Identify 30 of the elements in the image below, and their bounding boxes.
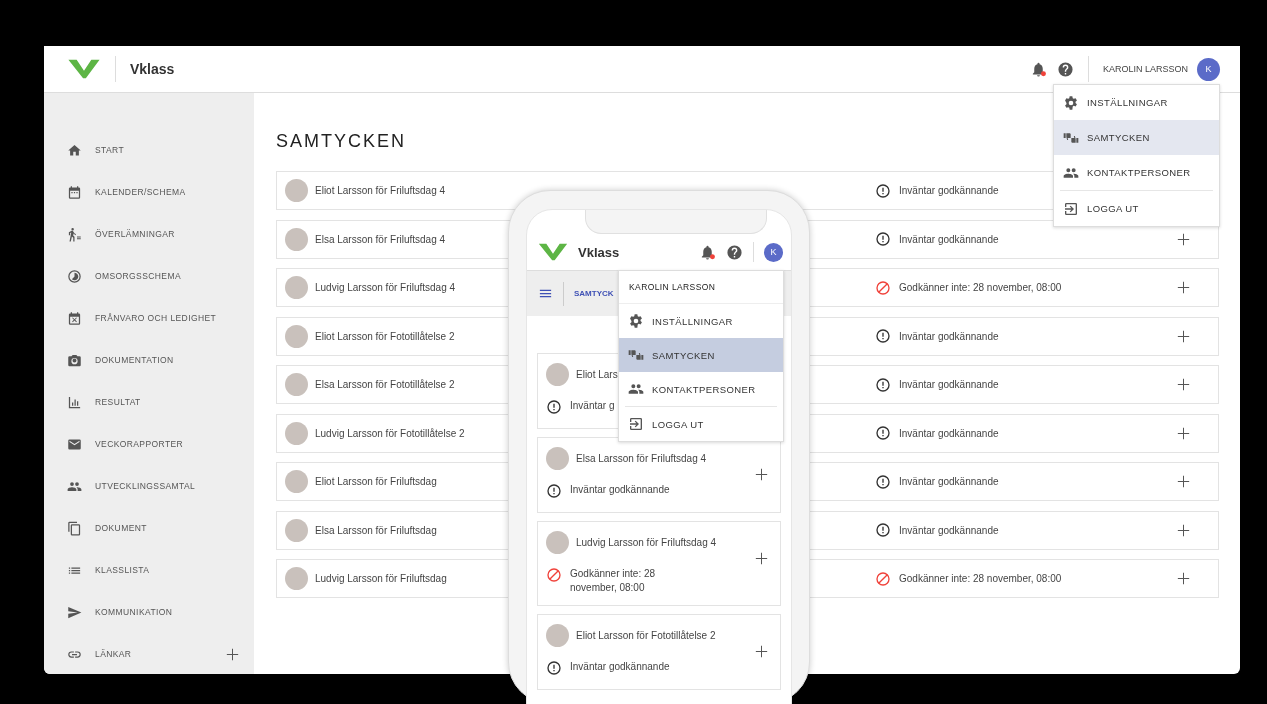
consent-name: Elsa Larsson för Fototillåtelse 2 [315,379,455,390]
consent-name: Elsa Larsson för Friluftsdag 4 [315,233,446,245]
page-title: SAMTYCKEN [276,131,407,152]
user-name: KAROLIN LARSSON [619,271,783,304]
status-text: Inväntar g [570,399,615,413]
status-text: Godkänner inte: 28 november, 08:00 [899,573,1062,584]
status-text: Inväntar godkännande [570,660,670,674]
status-text: Inväntar godkännande [899,524,999,536]
status-text: Inväntar godkännande [899,476,999,487]
consent-name: Ludvig Larsson för Fototillåtelse 2 [315,427,465,439]
status-text: Inväntar godkännande [899,427,999,439]
status-text: Inväntar godkännande [899,379,999,390]
consent-name: Eliot Larsson för Fototillåtelse 2 [315,330,455,342]
consent-name: Elsa Larsson för Friluftsdag 4 [576,453,707,464]
consent-name: Ludvig Larsson för Friluftsdag 4 [315,282,456,293]
app-name: Vklass [130,61,175,77]
status-text: Godkänner inte: 28 november, 08:00 [899,282,1062,293]
status-text: Inväntar godkännande [899,233,999,245]
consent-name: Eliot Larsson för Fototillåtelse 2 [576,630,716,641]
consent-name: Eliot Larsson för Friluftsdag 4 [315,185,446,196]
status-text: Godkänner inte: 28 november, 08:00 [570,567,657,595]
app-name: Vklass [578,244,620,260]
status-text: Inväntar godkännande [899,185,999,196]
status-text: Inväntar godkännande [570,483,670,497]
consent-name: Ludvig Larsson för Friluftsdag 4 [576,537,717,548]
consent-name: Elsa Larsson för Friluftsdag [315,524,437,536]
consent-name: Eliot Larsson för Friluftsdag [315,476,437,487]
status-text: Inväntar godkännande [899,330,999,342]
consent-name: Ludvig Larsson för Friluftsdag [315,573,447,584]
consent-name: Eliot Lars [576,369,618,380]
